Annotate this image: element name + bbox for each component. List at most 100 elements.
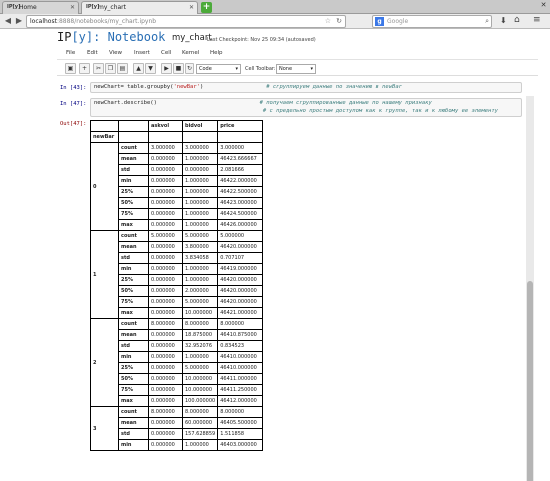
stat-value-cell: 8.000000	[148, 406, 183, 418]
stat-value-cell: 0.000000	[148, 197, 183, 209]
stat-label-cell: count	[118, 318, 149, 330]
interrupt-icon[interactable]: ■	[173, 63, 184, 74]
stat-label-cell: max	[118, 219, 149, 231]
stat-value-cell: 46403.000000	[217, 439, 264, 451]
home-icon[interactable]: ⌂	[514, 15, 520, 25]
notebook-toolbar: ▣ + ✂ ❐ ▤ ▲ ▼ ▶ ■ ↻ Code ▾ Cell Toolbar: …	[57, 62, 538, 76]
stat-value-cell: 100.000000	[181, 395, 219, 407]
menu-cell[interactable]: Cell	[161, 48, 171, 59]
ipython-logo[interactable]: IP[y]: Notebook	[57, 30, 165, 44]
notebook-title[interactable]: my_chart	[172, 34, 212, 43]
stat-value-cell: 46410.000000	[217, 362, 264, 374]
code-comment: # получаем сгруппированные данные по наш…	[259, 100, 432, 106]
tab-my-chart[interactable]: IP[y]my_chart ✕	[81, 1, 198, 14]
menu-insert[interactable]: Insert	[134, 48, 150, 59]
restart-icon[interactable]: ↻	[185, 63, 194, 74]
code-cell-47[interactable]: newChart.describe() # получаем сгруппиро…	[90, 98, 522, 117]
run-cell-icon[interactable]: ▶	[161, 63, 172, 74]
stat-value-cell: 0.000000	[148, 208, 183, 220]
google-search-icon[interactable]: g	[375, 17, 384, 26]
save-icon[interactable]: ▣	[65, 63, 76, 74]
index-name-header: newBar	[90, 131, 119, 143]
menu-help[interactable]: Help	[210, 48, 223, 59]
stat-value-cell: 3.000000	[217, 142, 264, 154]
stat-label-cell: 75%	[118, 384, 149, 396]
close-tab-icon[interactable]: ✕	[70, 2, 75, 13]
tab-home[interactable]: IP[y]Home ✕	[2, 1, 79, 14]
move-down-icon[interactable]: ▼	[145, 63, 156, 74]
cell-toolbar-label: Cell Toolbar:	[245, 66, 276, 72]
stat-value-cell: 0.000000	[181, 164, 219, 176]
stat-label-cell: mean	[118, 153, 149, 165]
window-close-icon[interactable]: ✕	[539, 1, 548, 11]
stat-value-cell: 46426.000000	[217, 219, 264, 231]
stat-value-cell: 0.000000	[148, 285, 183, 297]
stat-value-cell: 0.000000	[148, 252, 183, 264]
stat-value-cell: 0.000000	[148, 164, 183, 176]
menu-icon[interactable]: ≡	[533, 15, 541, 25]
back-icon[interactable]: ◀	[3, 16, 13, 26]
cell-prompt-in-43: In [43]:	[60, 85, 87, 91]
cell-toolbar-select[interactable]: None ▾	[276, 64, 316, 74]
stat-value-cell: 1.000000	[181, 219, 219, 231]
stat-value-cell: 5.000000	[148, 230, 183, 242]
copy-icon[interactable]: ❐	[105, 63, 116, 74]
stat-value-cell: 1.511858	[217, 428, 264, 440]
page-scrollbar[interactable]	[526, 96, 534, 481]
stat-value-cell: 0.000000	[148, 362, 183, 374]
stat-value-cell: 0.000000	[148, 340, 183, 352]
url-bar[interactable]: localhost:8888/notebooks/my_chart.ipynb …	[26, 15, 346, 28]
reload-icon[interactable]: ↻	[336, 16, 342, 27]
close-tab-icon[interactable]: ✕	[189, 2, 194, 13]
menu-kernel[interactable]: Kernel	[182, 48, 199, 59]
stat-value-cell: 1.000000	[181, 208, 219, 220]
stat-label-cell: min	[118, 439, 149, 451]
column-header-bidvol: bidvol	[181, 120, 219, 132]
stat-value-cell: 0.707107	[217, 252, 264, 264]
stat-label-cell: 50%	[118, 197, 149, 209]
stat-value-cell: 0.000000	[148, 395, 183, 407]
stat-label-cell: 25%	[118, 274, 149, 286]
cell-prompt-in-47: In [47]:	[60, 101, 87, 107]
stat-value-cell: 1.000000	[181, 197, 219, 209]
forward-icon[interactable]: ▶	[14, 16, 24, 26]
ipython-favicon-icon: IP[y]	[86, 4, 100, 10]
menu-view[interactable]: View	[109, 48, 122, 59]
stat-value-cell: 3.000000	[148, 142, 183, 154]
stat-value-cell: 8.000000	[148, 318, 183, 330]
code-cell-43[interactable]: newChart= table.groupby('newBar') # сгру…	[90, 82, 522, 93]
download-icon[interactable]: ⬇	[500, 16, 507, 25]
table-corner-cell	[118, 120, 149, 132]
new-tab-button[interactable]: +	[201, 2, 212, 13]
bookmark-star-icon[interactable]: ☆	[325, 16, 331, 27]
stat-value-cell: 46420.000000	[217, 296, 264, 308]
stat-value-cell: 1.000000	[181, 263, 219, 275]
stat-value-cell: 46405.500000	[217, 417, 264, 429]
cut-icon[interactable]: ✂	[93, 63, 104, 74]
stat-value-cell: 0.000000	[148, 241, 183, 253]
group-key-cell: 1	[90, 230, 119, 319]
menu-edit[interactable]: Edit	[87, 48, 98, 59]
stat-value-cell: 1.000000	[181, 351, 219, 363]
stat-value-cell: 0.000000	[148, 307, 183, 319]
stat-value-cell: 5.000000	[181, 230, 219, 242]
scrollbar-thumb[interactable]	[527, 281, 533, 481]
paste-icon[interactable]: ▤	[117, 63, 128, 74]
group-key-cell: 2	[90, 318, 119, 407]
search-placeholder: Google	[387, 18, 409, 25]
move-up-icon[interactable]: ▲	[133, 63, 144, 74]
code-text: newChart= table.groupby(	[94, 84, 174, 90]
insert-cell-icon[interactable]: +	[79, 63, 90, 74]
cell-type-select[interactable]: Code ▾	[196, 64, 241, 74]
search-input[interactable]: g Google ⌕	[372, 15, 492, 28]
stat-value-cell: 46420.000000	[217, 241, 264, 253]
stat-value-cell: 1.000000	[181, 186, 219, 198]
table-index-header-row: newBar	[90, 131, 264, 143]
stat-value-cell: 3.000000	[181, 142, 219, 154]
table-corner-cell	[90, 120, 119, 132]
menu-file[interactable]: File	[66, 48, 75, 59]
search-go-icon[interactable]: ⌕	[485, 16, 489, 27]
stat-value-cell: 3.834058	[181, 252, 219, 264]
logo-prefix: IP	[57, 30, 72, 44]
stat-label-cell: count	[118, 230, 149, 242]
